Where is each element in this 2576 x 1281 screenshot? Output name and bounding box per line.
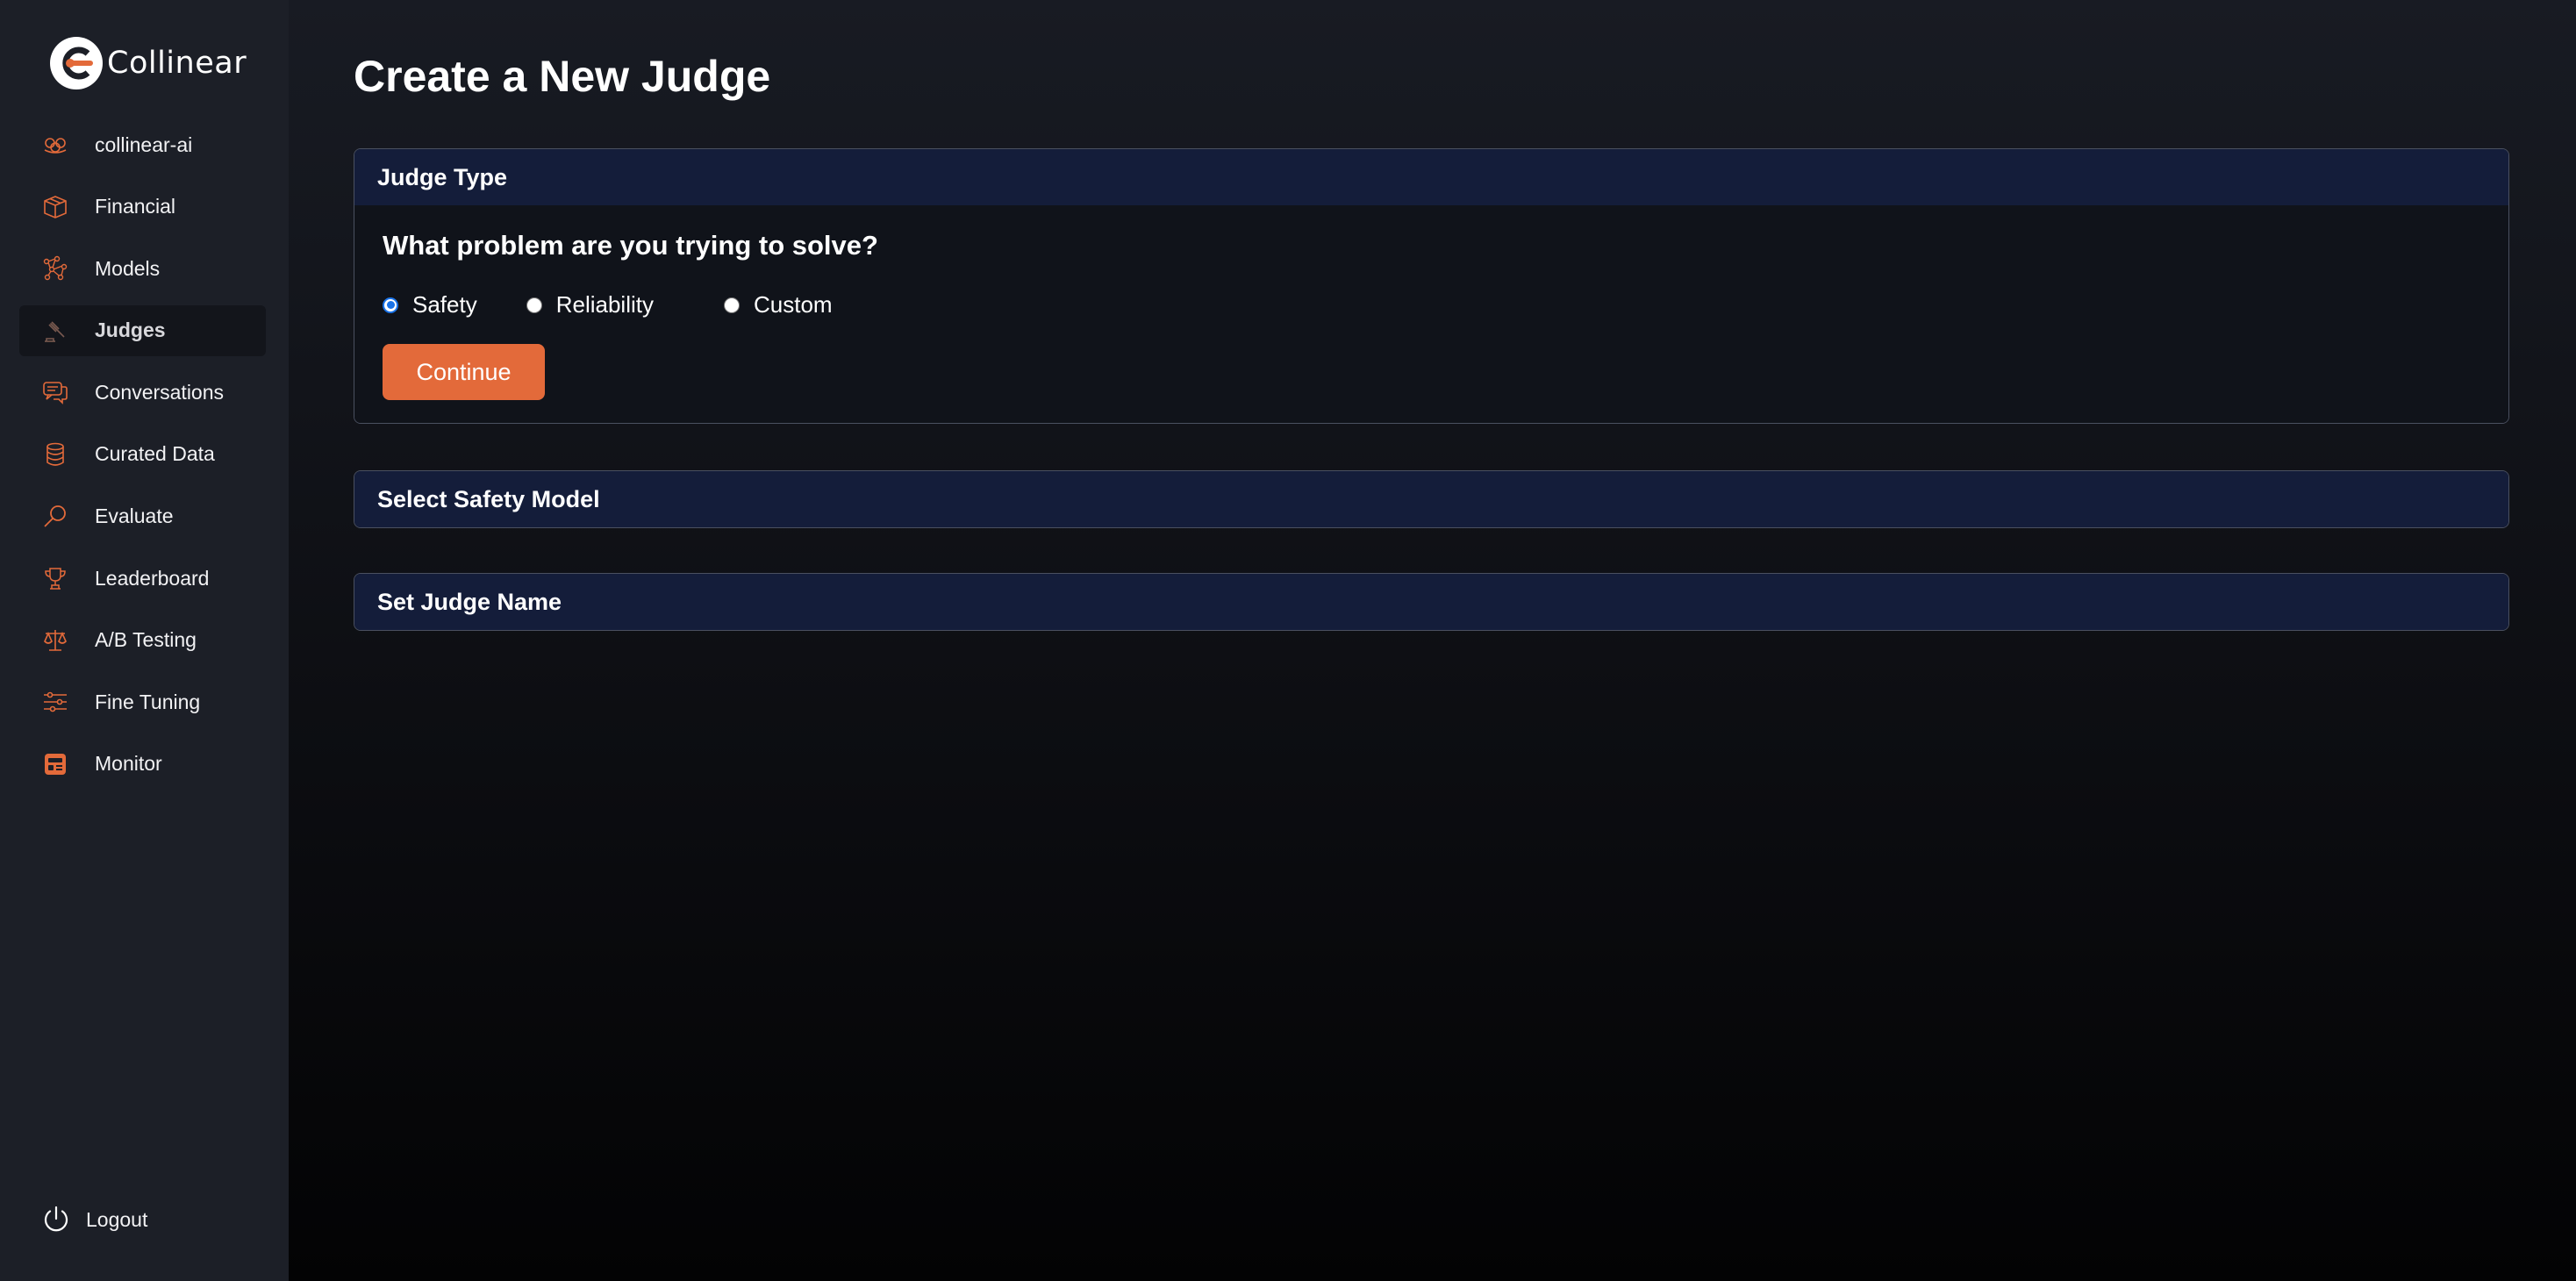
magnifier-icon — [40, 502, 70, 532]
sidebar-item-judges[interactable]: Judges — [19, 304, 266, 356]
power-icon — [44, 1206, 68, 1232]
radio-button-reliability[interactable] — [526, 297, 542, 313]
database-icon — [40, 440, 70, 469]
sidebar: Collinear collinear-ai Financial Models … — [0, 0, 289, 1281]
radio-option-reliability[interactable]: Reliability — [526, 291, 654, 318]
radio-button-safety[interactable] — [383, 297, 398, 313]
main-content: Create a New Judge Judge Type What probl… — [289, 0, 2576, 1281]
radio-label: Safety — [412, 291, 477, 318]
problem-question: What problem are you trying to solve? — [383, 230, 878, 261]
scales-icon — [40, 626, 70, 655]
continue-button[interactable]: Continue — [383, 344, 545, 400]
logout-label: Logout — [86, 1207, 148, 1231]
radio-option-safety[interactable]: Safety — [383, 291, 477, 318]
set-judge-name-panel: Set Judge Name — [354, 573, 2509, 631]
sidebar-item-conversations[interactable]: Conversations — [19, 367, 266, 418]
chat-bubbles-icon — [40, 377, 70, 407]
sidebar-item-label: Leaderboard — [95, 566, 210, 590]
sidebar-item-collinear-ai[interactable]: collinear-ai — [19, 119, 266, 170]
radio-label: Custom — [753, 291, 833, 318]
select-safety-model-panel: Select Safety Model — [354, 470, 2509, 528]
sidebar-item-monitor[interactable]: Monitor — [19, 739, 266, 790]
sidebar-item-label: Models — [95, 256, 161, 280]
collinear-logo-icon — [50, 37, 103, 89]
sidebar-item-evaluate[interactable]: Evaluate — [19, 491, 266, 542]
sidebar-item-leaderboard[interactable]: Leaderboard — [19, 553, 266, 604]
trophy-icon — [40, 563, 70, 593]
judge-type-panel: Judge Type What problem are you trying t… — [354, 148, 2509, 424]
box-icon — [40, 192, 70, 222]
collinear-logo[interactable]: Collinear — [49, 35, 247, 91]
sidebar-item-fine-tuning[interactable]: Fine Tuning — [19, 676, 266, 727]
radio-button-custom[interactable] — [723, 297, 740, 313]
radio-label: Reliability — [555, 291, 654, 318]
network-icon — [40, 254, 70, 283]
judge-type-header[interactable]: Judge Type — [354, 149, 2508, 205]
judge-type-body: What problem are you trying to solve? Sa… — [354, 205, 2508, 423]
sidebar-item-label: Monitor — [95, 752, 162, 776]
sidebar-item-financial[interactable]: Financial — [19, 182, 266, 233]
sidebar-item-label: A/B Testing — [95, 628, 197, 652]
sidebar-item-label: Financial — [95, 195, 176, 218]
monitor-icon — [40, 749, 70, 779]
page-title: Create a New Judge — [354, 52, 771, 101]
sidebar-item-label: Fine Tuning — [95, 690, 201, 713]
set-judge-name-header[interactable]: Set Judge Name — [354, 574, 2508, 630]
gavel-icon — [40, 316, 70, 346]
select-safety-model-header[interactable]: Select Safety Model — [354, 471, 2508, 527]
sidebar-item-label: Conversations — [95, 380, 225, 404]
sidebar-item-models[interactable]: Models — [19, 243, 266, 294]
sidebar-nav: collinear-ai Financial Models Judges Con… — [19, 119, 266, 801]
brand-name: Collinear — [107, 46, 247, 81]
sidebar-item-label: Curated Data — [95, 442, 215, 466]
sliders-icon — [40, 687, 70, 717]
sidebar-item-ab-testing[interactable]: A/B Testing — [19, 615, 266, 666]
sidebar-item-label: collinear-ai — [95, 132, 193, 156]
sidebar-item-label: Judges — [95, 318, 166, 342]
radio-option-custom[interactable]: Custom — [723, 291, 833, 318]
sidebar-item-label: Evaluate — [95, 505, 174, 528]
judge-type-radio-group: Safety Reliability Custom — [383, 291, 833, 318]
logout-button[interactable]: Logout — [40, 1204, 147, 1235]
sidebar-item-curated-data[interactable]: Curated Data — [19, 429, 266, 480]
organization-icon — [40, 130, 70, 160]
